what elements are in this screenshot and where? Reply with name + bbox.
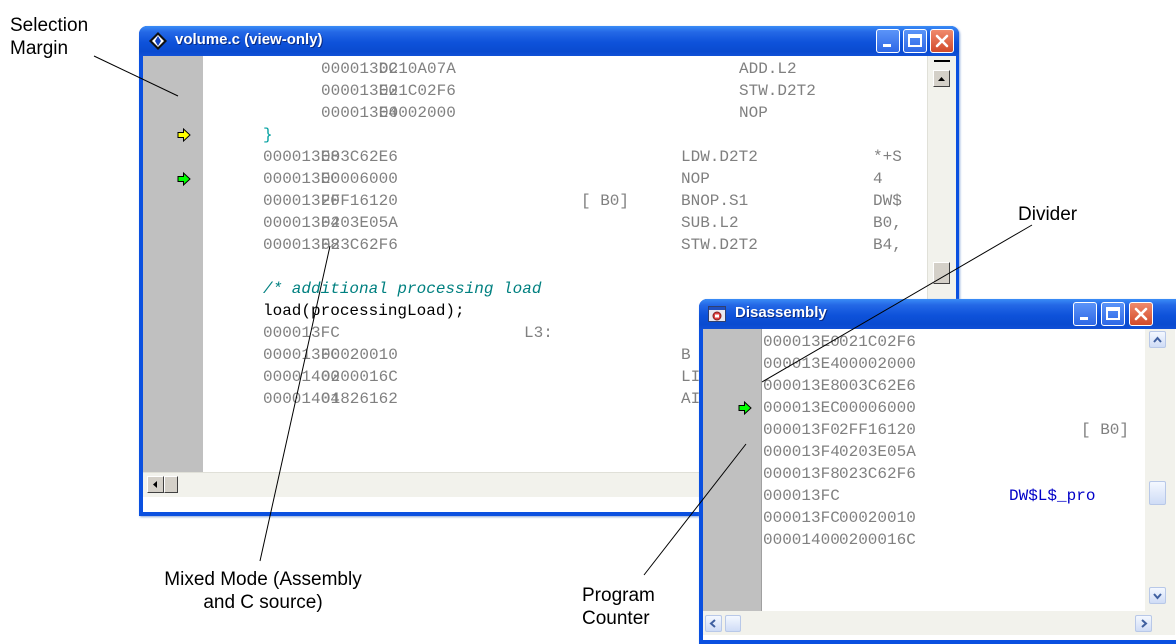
disassembly-scroll-h-thumb[interactable] <box>725 615 741 632</box>
asm-operands: B0, <box>873 214 902 232</box>
disassembly-window[interactable]: Disassembly 000013E0 021C02F6 000013E4 0000… <box>699 299 1176 644</box>
asm-address: 00001400 <box>763 531 840 549</box>
asm-address: 000013E4 <box>763 355 840 373</box>
asm-address: 000013F8 <box>763 465 840 483</box>
selection-margin-annotation-line2: Margin <box>10 38 69 59</box>
asm-mnemonic: B <box>681 346 691 364</box>
asm-opcode: 021C02F6 <box>379 82 456 100</box>
asm-opcode: 0200016C <box>839 531 916 549</box>
program-counter-annotation-line2: Counter <box>582 608 650 629</box>
selection-margin-annotation: Selection Margin <box>10 14 88 60</box>
close-button[interactable] <box>930 29 954 53</box>
asm-operands: 4 <box>873 170 883 188</box>
asm-mnemonic: ADD.L2 <box>739 60 797 78</box>
program-counter-arrow-icon <box>738 401 752 415</box>
disassembly-scroll-left-button[interactable] <box>705 615 722 632</box>
program-counter-arrow-icon <box>177 172 191 186</box>
disassembly-selection-margin[interactable] <box>703 329 761 611</box>
asm-address: 000013FC <box>263 324 340 342</box>
disassembly-window-title: Disassembly <box>735 304 827 321</box>
selection-margin[interactable] <box>143 56 203 472</box>
scroll-h-thumb[interactable] <box>164 476 178 493</box>
disassembly-scroll-up-button[interactable] <box>1149 331 1166 348</box>
asm-opcode: 2FF16120 <box>321 192 398 210</box>
asm-opcode: 0200016C <box>321 368 398 386</box>
asm-predicate: [ B0] <box>581 192 630 210</box>
asm-address: 000013E0 <box>763 333 840 351</box>
disassembly-minimize-button[interactable] <box>1073 302 1097 326</box>
asm-mnemonic: NOP <box>739 104 768 122</box>
disassembly-vertical-scrollbar[interactable] <box>1145 329 1175 611</box>
asm-opcode: 0210A07A <box>379 60 456 78</box>
disassembly-window-icon <box>708 306 726 322</box>
asm-opcode: 00006000 <box>321 170 398 188</box>
asm-opcode: 023C62F6 <box>321 236 398 254</box>
asm-opcode: 00002000 <box>839 355 916 373</box>
asm-opcode: 021C02F6 <box>839 333 916 351</box>
asm-opcode: 00002000 <box>379 104 456 122</box>
divider[interactable] <box>761 329 762 611</box>
asm-address: 000013F0 <box>763 421 840 439</box>
source-line: load(processingLoad); <box>263 302 465 320</box>
asm-mnemonic: LDW.D2T2 <box>681 148 758 166</box>
asm-opcode: 003C62E6 <box>839 377 916 395</box>
breakpoint-arrow-icon <box>177 128 191 142</box>
disassembly-scroll-thumb[interactable] <box>1149 481 1166 505</box>
mixed-mode-annotation: Mixed Mode (Assembly and C source) <box>136 568 390 614</box>
disassembly-scroll-right-button[interactable] <box>1135 615 1152 632</box>
scroll-left-button[interactable] <box>147 476 164 493</box>
program-counter-annotation: Program Counter <box>582 584 655 630</box>
program-counter-annotation-line1: Program <box>582 585 655 606</box>
scroll-up-button[interactable] <box>933 70 950 87</box>
selection-margin-annotation-line1: Selection <box>10 15 89 36</box>
asm-operands: B4, <box>873 236 902 254</box>
divider-annotation: Divider <box>1018 204 1078 225</box>
asm-operands: *+S <box>873 148 902 166</box>
asm-label: L3: <box>524 324 553 342</box>
asm-opcode: 2FF16120 <box>839 421 916 439</box>
asm-address: 000013E8 <box>763 377 840 395</box>
asm-opcode: 003C62E6 <box>321 148 398 166</box>
asm-opcode: 0203E05A <box>839 443 916 461</box>
disassembly-view[interactable]: 000013E0 021C02F6 000013E4 00002000 000013E8… <box>703 329 1176 640</box>
scroll-thumb[interactable] <box>933 262 950 284</box>
asm-opcode: 023C62F6 <box>839 465 916 483</box>
asm-address: 000013FC <box>763 487 840 505</box>
asm-mnemonic: SUB.L2 <box>681 214 739 232</box>
diamond-arrows-icon <box>148 31 168 51</box>
asm-address: 000013FC <box>763 509 840 527</box>
asm-mnemonic: STW.D2T2 <box>739 82 816 100</box>
asm-address: 000013F4 <box>763 443 840 461</box>
asm-operands: DW$ <box>873 192 902 210</box>
disassembly-scroll-down-button[interactable] <box>1149 587 1166 604</box>
asm-mnemonic: BNOP.S1 <box>681 192 749 210</box>
disassembly-horizontal-scrollbar[interactable] <box>703 611 1175 635</box>
asm-opcode: 00006000 <box>839 399 916 417</box>
asm-mnemonic: AI <box>681 390 701 408</box>
closing-brace: } <box>263 126 273 144</box>
mixed-mode-annotation-line1: Mixed Mode (Assembly <box>164 569 362 590</box>
asm-opcode: 0203E05A <box>321 214 398 232</box>
asm-opcode: 00020010 <box>839 509 916 527</box>
asm-predicate: [ B0] <box>1081 421 1130 439</box>
asm-mnemonic: NOP <box>681 170 710 188</box>
source-comment: /* additional processing load <box>263 280 542 298</box>
scroll-top-line <box>934 60 950 62</box>
asm-opcode: 01826162 <box>321 390 398 408</box>
asm-symbol: DW$L$_pro <box>1009 487 1096 505</box>
asm-mnemonic: LI <box>681 368 701 386</box>
maximize-button[interactable] <box>903 29 927 53</box>
asm-address: 000013EC <box>763 399 840 417</box>
disassembly-close-button[interactable] <box>1129 302 1153 326</box>
source-window-title: volume.c (view-only) <box>175 31 323 48</box>
minimize-button[interactable] <box>876 29 900 53</box>
disassembly-maximize-button[interactable] <box>1101 302 1125 326</box>
mixed-mode-annotation-line2: and C source) <box>203 592 323 613</box>
asm-opcode: 00020010 <box>321 346 398 364</box>
asm-mnemonic: STW.D2T2 <box>681 236 758 254</box>
